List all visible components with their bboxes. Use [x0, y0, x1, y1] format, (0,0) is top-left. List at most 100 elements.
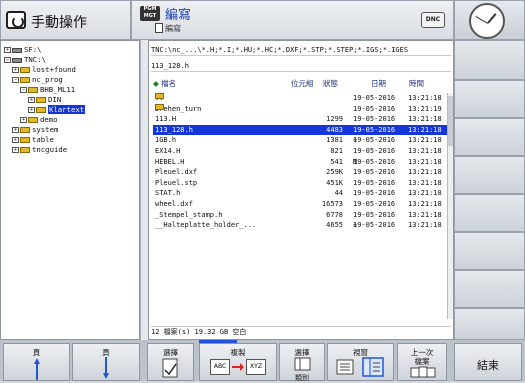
file-date: 19-05-2016	[353, 157, 396, 166]
column-header-date[interactable]: 日期	[371, 78, 386, 90]
tree-item[interactable]: − TNC:\	[4, 55, 46, 65]
file-name-text: EX14.H	[155, 147, 181, 155]
file-time: 13:21:18	[408, 178, 442, 187]
vertical-softkey-8[interactable]	[454, 308, 525, 340]
tree-item[interactable]: + lost+found	[12, 65, 76, 75]
collapse-icon[interactable]: −	[12, 77, 19, 83]
file-size: 1299	[326, 115, 343, 124]
folder-icon	[155, 93, 164, 99]
file-date: 19-05-2016	[353, 136, 396, 145]
file-row[interactable]: STAT.h 44 19-05-2016 13:21:18	[153, 188, 449, 198]
column-header-status[interactable]: 狀態	[323, 78, 338, 90]
vertical-softkey-3[interactable]	[454, 118, 525, 156]
column-header-name[interactable]: ◆ 檔名	[153, 78, 176, 90]
file-row[interactable]: Pleuel.stp 451K 19-05-2016 13:21:18	[153, 178, 449, 188]
vertical-softkey-6[interactable]	[454, 232, 525, 270]
expand-icon[interactable]: +	[12, 67, 19, 73]
tree-item-label: system	[32, 125, 59, 134]
arrow-right-icon	[232, 363, 244, 371]
tree-item[interactable]: − nc_prog	[12, 75, 63, 85]
tree-item[interactable]: + table	[12, 135, 54, 145]
vertical-softkey-2[interactable]	[454, 80, 525, 118]
file-row[interactable]: 1GB.h 1381 +19-05-2016 13:21:18	[153, 135, 449, 145]
file-size: 6778	[326, 210, 343, 219]
file-row[interactable]: _Stempel_stamp.h 6778 19-05-2016 13:21:18	[153, 210, 449, 220]
column-header-size[interactable]: 位元組	[291, 78, 314, 90]
tree-scrollbar[interactable]	[140, 40, 148, 340]
tree-item[interactable]: + SF:\	[4, 45, 42, 55]
file-name-text: HEBEL.H	[155, 157, 185, 166]
tree-item[interactable]: + Klartext	[28, 105, 86, 115]
vertical-softkey-5[interactable]	[454, 194, 525, 232]
copy-button[interactable]: 複製 ABC XYZ	[199, 343, 277, 381]
vertical-softkey-7[interactable]	[454, 270, 525, 308]
clock-icon	[469, 3, 505, 39]
file-row[interactable]: Pleuel.dxf 259K 19-05-2016 13:21:18	[153, 167, 449, 177]
folder-icon	[20, 67, 30, 73]
directory-tree[interactable]: + SF:\ − TNC:\ + lost+found − nc_prog − BHB_ML11 +…	[0, 40, 140, 340]
file-date: 19-05-2016	[353, 115, 396, 124]
file-row[interactable]: .. 19-05-2016 13:21:18	[153, 93, 449, 103]
document-icon	[155, 23, 163, 33]
drive-icon	[12, 47, 22, 53]
file-size: 16573	[321, 200, 343, 208]
sort-icon: ◆	[153, 79, 159, 88]
choose-type-button[interactable]: 選擇 類別	[279, 343, 325, 382]
expand-icon[interactable]: +	[28, 97, 35, 103]
folder-icon	[20, 147, 30, 153]
file-name: HEBEL.H	[155, 157, 185, 167]
tree-item[interactable]: + DIN	[28, 95, 61, 105]
column-header-time[interactable]: 時間	[409, 78, 424, 90]
file-name: Pleuel.dxf	[155, 167, 197, 177]
tree-item[interactable]: − BHB_ML11	[20, 85, 75, 95]
file-row[interactable]: wheel.dxf 16573 19-05-2016 13:21:18	[153, 199, 449, 209]
file-row[interactable]: HEBEL.H 541 M 19-05-2016 13:21:18	[153, 157, 449, 167]
file-row[interactable]: 113_128.h 4483 19-05-2016 13:21:18	[153, 124, 449, 135]
expand-icon[interactable]: +	[12, 137, 19, 143]
file-size: 821	[330, 147, 343, 155]
page-down-button[interactable]: 頁	[72, 343, 140, 381]
filename-field[interactable]: 113_128.h	[151, 60, 451, 72]
page-up-button[interactable]: 頁	[3, 343, 70, 381]
dnc-button[interactable]: DNC	[421, 12, 445, 28]
tree-item-label: SF:\	[24, 45, 42, 54]
file-name: _Stempel_stamp.h	[155, 210, 222, 220]
collapse-icon[interactable]: −	[4, 57, 11, 63]
folder-icon	[28, 87, 38, 93]
last-files-button[interactable]: 上一次 檔案	[397, 343, 447, 381]
program-header: PGM MGT 編寫 編寫 DNC	[131, 0, 454, 40]
file-row[interactable]: 113.H 1299 19-05-2016 13:21:18	[153, 114, 449, 124]
expand-icon[interactable]: +	[28, 107, 35, 113]
expand-icon[interactable]: +	[4, 47, 11, 53]
file-name: 113_128.h	[155, 125, 193, 135]
window-button[interactable]: 視窗	[327, 343, 394, 381]
file-row[interactable]: __Halteplatte_holder_... 4655 +19-05-2016 1…	[153, 220, 449, 230]
tree-item-label: TNC:\	[24, 55, 46, 64]
file-row[interactable]: Drehen_turn 19-05-2016 13:21:19	[153, 103, 449, 114]
expand-icon[interactable]: +	[12, 147, 19, 153]
file-time: 13:21:18	[408, 168, 442, 177]
expand-icon[interactable]: +	[12, 127, 19, 133]
file-size: 541	[330, 157, 343, 166]
folder-icon	[36, 97, 46, 103]
folder-icon	[20, 77, 30, 83]
select-button[interactable]: 選擇	[147, 343, 194, 381]
single-window-icon	[336, 359, 354, 375]
vertical-softkey-4[interactable]	[454, 156, 525, 194]
file-size: 44	[334, 189, 343, 198]
file-row[interactable]: EX14.H 821 19-05-2016 13:21:18	[153, 146, 449, 156]
tree-item[interactable]: + system	[12, 125, 58, 135]
select-file-icon	[162, 358, 178, 378]
file-name: ..	[155, 93, 164, 103]
collapse-icon[interactable]: −	[20, 87, 27, 93]
expand-icon[interactable]: +	[20, 117, 27, 123]
file-time: 13:21:18	[408, 125, 442, 134]
vertical-softkey-1[interactable]	[454, 40, 525, 80]
tree-item[interactable]: + tncguide	[12, 145, 67, 155]
end-button[interactable]: 結束	[454, 343, 522, 381]
file-types-icon	[294, 357, 311, 371]
split-window-icon	[362, 357, 384, 377]
folder-icon	[28, 117, 38, 123]
file-list-scrollbar[interactable]	[447, 93, 453, 319]
tree-item[interactable]: + demo	[20, 115, 58, 125]
